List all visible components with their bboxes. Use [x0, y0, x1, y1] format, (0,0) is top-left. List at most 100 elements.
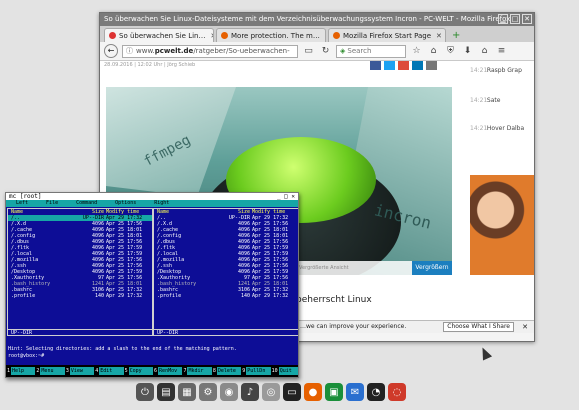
- left-panel[interactable]: Name Size Modify time /.. UP--DIR Apr 29 1…: [7, 208, 153, 336]
- fkey-label: Mkdir: [187, 367, 212, 375]
- bookmark-star-icon[interactable]: ☆: [410, 46, 423, 56]
- mc-titlebar[interactable]: mc [root] _ □ ✕: [6, 193, 298, 200]
- window-titlebar[interactable]: So überwachen Sie Linux-Dateisysteme mit…: [100, 13, 534, 26]
- mail-share-icon[interactable]: [426, 61, 437, 70]
- tab-label: Mozilla Firefox Start Page: [343, 31, 432, 40]
- portrait-image[interactable]: [470, 175, 534, 275]
- new-tab-button[interactable]: +: [448, 30, 464, 42]
- settings-icon[interactable]: ⚙: [199, 383, 217, 401]
- fkey-number: 6: [154, 368, 158, 374]
- news-time: 14:21: [470, 125, 488, 132]
- files-icon[interactable]: ▦: [178, 383, 196, 401]
- news-item[interactable]: 14:21 Hover Dalba: [470, 125, 534, 132]
- reload-icon[interactable]: ↻: [319, 46, 332, 56]
- bookmarks-icon[interactable]: ⌂: [427, 46, 440, 56]
- fkey-menu[interactable]: 2 Menu: [35, 365, 65, 377]
- news-time: 14:21: [470, 67, 488, 74]
- power-icon[interactable]: ⏻: [136, 383, 154, 401]
- speaker-icon[interactable]: ◎: [262, 383, 280, 401]
- music-icon[interactable]: ♪: [241, 383, 259, 401]
- google-plus-icon[interactable]: [398, 61, 409, 70]
- search-placeholder: Search: [347, 47, 372, 55]
- tab-close-icon[interactable]: ✕: [211, 32, 214, 40]
- terminal-icon[interactable]: ▤: [157, 383, 175, 401]
- close-button[interactable]: ✕: [522, 14, 532, 24]
- fkey-edit[interactable]: 4 Edit: [94, 365, 124, 377]
- fkey-pulldn[interactable]: 9 PullDn: [241, 365, 271, 377]
- fkey-label: Copy: [128, 367, 154, 375]
- info-icon: ⓘ: [126, 47, 133, 55]
- news-item[interactable]: 14:21 Raspb Grap: [470, 67, 534, 74]
- tab-pcwelt[interactable]: So überwachen Sie Lin… ✕: [104, 28, 214, 42]
- midnight-commander-window: mc [root] _ □ ✕ Left File Command Option…: [5, 192, 299, 378]
- fkey-quit[interactable]: 10 Quit: [271, 365, 298, 377]
- home-icon[interactable]: ⌂: [478, 46, 491, 56]
- mc-menu-command[interactable]: Command: [76, 200, 97, 207]
- choose-what-i-share-button[interactable]: Choose What I Share: [443, 322, 514, 332]
- news-time: 14:21: [470, 97, 488, 104]
- mc-command-line[interactable]: root@vbox:~#: [8, 353, 44, 360]
- mc-menu-left[interactable]: Left: [16, 200, 28, 207]
- navigation-toolbar: ← ⓘ www. pcwelt.de/ratgeber/So-ueberwache…: [100, 42, 534, 61]
- tab-close-icon[interactable]: ✕: [436, 32, 442, 40]
- chat-icon[interactable]: ◔: [367, 383, 385, 401]
- fkey-mkdir[interactable]: 7 Mkdir: [182, 365, 212, 377]
- fkey-number: 4: [95, 368, 99, 374]
- linkedin-icon[interactable]: [412, 61, 423, 70]
- tab-firefox-start[interactable]: Mozilla Firefox Start Page ✕: [328, 28, 446, 42]
- reader-view-icon[interactable]: ▭: [302, 46, 315, 56]
- url-prefix: www.: [136, 47, 155, 55]
- file-name: .profile: [11, 293, 36, 299]
- fkey-renmov[interactable]: 6 RenMov: [153, 365, 183, 377]
- firefox-favicon-icon: [221, 32, 228, 39]
- fkey-copy[interactable]: 5 Copy: [124, 365, 154, 377]
- mc-window-controls[interactable]: _ □ ✕: [277, 193, 295, 200]
- fkey-label: Edit: [99, 367, 124, 375]
- web-icon[interactable]: ◉: [220, 383, 238, 401]
- network-icon[interactable]: ◌: [388, 383, 406, 401]
- mail-icon[interactable]: ✉: [346, 383, 364, 401]
- twitter-icon[interactable]: [384, 61, 395, 70]
- window-controls: ▁ □ ✕: [498, 14, 532, 24]
- pocket-icon[interactable]: ⛨: [444, 46, 457, 56]
- fkey-number: 2: [36, 368, 40, 374]
- mc-menu-file[interactable]: File: [46, 200, 58, 207]
- notification-bar: …we can improve your experience. Choose …: [296, 320, 534, 333]
- panel-status: UP--DIR: [154, 329, 298, 336]
- file-row[interactable]: .profile 140 Apr 29 17:32: [154, 293, 298, 299]
- enlarge-button[interactable]: Vergrößern: [412, 261, 452, 275]
- maximize-button[interactable]: □: [510, 14, 520, 24]
- news-headline: Sate: [486, 97, 501, 104]
- file-list: /.. UP--DIR Apr 29 17:32/.X.d 4096 Apr 25 17…: [154, 215, 298, 299]
- social-share-buttons: [370, 61, 437, 70]
- mc-title: mc [root]: [9, 193, 42, 200]
- file-row[interactable]: .profile 140 Apr 29 17:32: [8, 293, 152, 299]
- mc-menu-right[interactable]: Right: [154, 200, 169, 207]
- right-panel[interactable]: Name Size Modify time /.. UP--DIR Apr 29 1…: [153, 208, 298, 336]
- facebook-icon[interactable]: [370, 61, 381, 70]
- fkey-delete[interactable]: 8 Delete: [212, 365, 242, 377]
- download-icon[interactable]: ⬇: [461, 46, 474, 56]
- fkey-label: Menu: [40, 367, 65, 375]
- minimize-button[interactable]: ▁: [498, 14, 508, 24]
- fkey-number: 9: [242, 368, 246, 374]
- search-box[interactable]: ◈ Search: [336, 44, 406, 58]
- news-item[interactable]: 14:21 Sate: [470, 97, 534, 104]
- url-bar[interactable]: ⓘ www. pcwelt.de/ratgeber/So-ueberwachen-: [122, 44, 298, 58]
- image-caption: Vergrößerte Ansicht: [296, 261, 412, 275]
- file-name: .profile: [157, 293, 182, 299]
- news-headline: Hover Dalba: [486, 125, 525, 132]
- office-icon[interactable]: ▣: [325, 383, 343, 401]
- mc-menu-options[interactable]: Options: [115, 200, 136, 207]
- notification-close-icon[interactable]: ✕: [522, 321, 528, 333]
- console-icon[interactable]: ▭: [283, 383, 301, 401]
- tab-close-icon[interactable]: ✕: [325, 32, 326, 40]
- fkey-help[interactable]: 1 Help: [6, 365, 36, 377]
- tab-more-protection[interactable]: More protection. The m… ✕: [216, 28, 326, 42]
- firefox-icon[interactable]: ●: [304, 383, 322, 401]
- back-button[interactable]: ←: [104, 44, 118, 58]
- fkey-label: Delete: [216, 367, 242, 375]
- fkey-label: Quit: [278, 367, 298, 375]
- menu-icon[interactable]: ≡: [495, 46, 508, 56]
- fkey-view[interactable]: 3 View: [65, 365, 95, 377]
